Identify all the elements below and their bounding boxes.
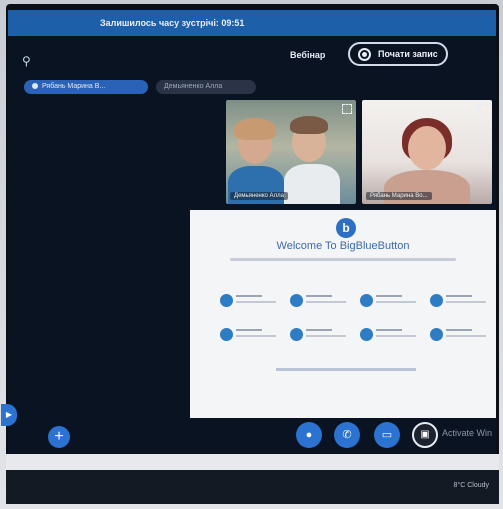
feature-item: [430, 292, 492, 310]
feature-item: [430, 326, 492, 344]
record-button[interactable]: Почати запис: [348, 42, 448, 66]
welcome-title: Welcome To BigBlueButton: [276, 240, 410, 252]
person-shirt: [284, 164, 340, 204]
video-name: Рябань Марина Во...: [366, 192, 432, 200]
feature-item: [360, 326, 422, 344]
participant-chip-other[interactable]: Демьяненко Алла: [156, 80, 256, 94]
video-tile[interactable]: Рябань Марина Во...: [362, 100, 492, 204]
window-titlebar: Залишилось часу зустрічі: 09:51: [8, 10, 496, 36]
participant-name: Демьяненко Алла: [164, 83, 223, 90]
screen-share-icon[interactable]: ▣: [412, 422, 438, 448]
expand-icon[interactable]: [342, 104, 352, 114]
users-icon[interactable]: ⚲: [22, 54, 31, 68]
camera-icon[interactable]: ▭: [374, 422, 400, 448]
mic-icon[interactable]: ●: [296, 422, 322, 448]
feature-item: [220, 292, 282, 310]
record-label: Почати запис: [378, 49, 438, 59]
video-name: Демьяненко Алла: [230, 192, 288, 200]
bbb-app: ⚲ Вебінар Почати запис Рябань Марина В..…: [8, 36, 496, 454]
bbb-logo: b: [336, 218, 356, 238]
feature-item: [220, 326, 282, 344]
person-hair: [290, 116, 328, 134]
person-hair: [234, 118, 276, 140]
activate-windows-text: Activate Win: [442, 428, 493, 438]
participant-name: Рябань Марина В...: [42, 83, 106, 90]
video-tile[interactable]: Демьяненко Алла: [226, 100, 356, 204]
expand-icon[interactable]: [478, 104, 488, 114]
feature-item: [360, 292, 422, 310]
presentation-area: b Welcome To BigBlueButton: [190, 210, 496, 418]
feature-item: [290, 326, 352, 344]
feature-item: [290, 292, 352, 310]
presentation-footer-link: [276, 368, 416, 371]
mic-icon: [32, 83, 38, 90]
record-icon: [358, 48, 371, 61]
plus-icon[interactable]: +: [48, 426, 70, 448]
participant-chip-presenter[interactable]: Рябань Марина В...: [24, 80, 148, 94]
weather-text: 8°C Cloudy: [453, 482, 489, 489]
person-face: [408, 126, 446, 170]
window-title: Залишилось часу зустрічі: 09:51: [100, 18, 245, 28]
welcome-subtitle: [230, 258, 456, 261]
webinar-label: Вебінар: [290, 50, 326, 60]
desktop-strip: [6, 454, 499, 470]
top-bar: ⚲ Вебінар Почати запис: [8, 36, 496, 76]
phone-icon[interactable]: ✆: [334, 422, 360, 448]
taskbar: 8°C Cloudy: [6, 470, 499, 504]
